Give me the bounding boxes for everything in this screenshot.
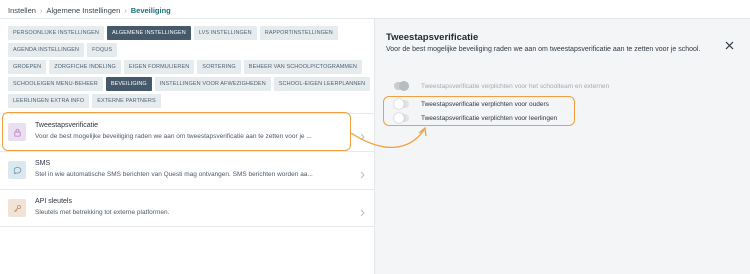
- chevron-right-icon: ›: [39, 6, 43, 15]
- chat-bubble-icon: [8, 161, 26, 179]
- chevron-right-icon: [360, 204, 365, 222]
- list-item-description: Sleutels met betrekking tot externe plat…: [35, 209, 170, 216]
- list-item-description: Stel in wie automatische SMS berichten v…: [35, 171, 313, 178]
- tab-instellingen-afwezigheden[interactable]: INSTELLINGEN VOOR AFWEZIGHEDEN: [154, 77, 271, 91]
- tab-sortering[interactable]: SORTERING: [197, 60, 241, 74]
- toggle-label: Tweestapsverificatie verplichten voor le…: [421, 114, 558, 122]
- toggle-label: Tweestapsverificatie verplichten voor he…: [421, 82, 610, 90]
- tab-lvs-instellingen[interactable]: LVS INSTELLINGEN: [193, 26, 257, 40]
- tab-row: PERSOONLIJKE INSTELLINGEN ALGEMENE INSTE…: [8, 26, 370, 40]
- chevron-right-icon: [360, 166, 365, 184]
- tab-row: AGENDA INSTELLINGEN FOQUS: [8, 43, 370, 57]
- toggle-row-ouders: Tweestapsverificatie verplichten voor ou…: [394, 98, 549, 110]
- tab-school-eigen-leerplannen[interactable]: SCHOOL-EIGEN LEERPLANNEN: [273, 77, 371, 91]
- list-item-title: API sleutels: [35, 198, 72, 205]
- list-item-title: Tweestapsverificatie: [35, 122, 99, 129]
- lock-icon: [8, 123, 26, 141]
- list-item-tweestapsverificatie[interactable]: Tweestapsverificatie Voor de best mogeli…: [0, 113, 375, 151]
- tab-beheer-schoolpictogrammen[interactable]: BEHEER VAN SCHOOLPICTOGRAMMEN: [243, 60, 362, 74]
- detail-description: Voor de best mogelijke beveiliging raden…: [386, 46, 701, 53]
- detail-title: Tweestapsverificatie: [386, 32, 479, 43]
- toggle-row-schoolteam: Tweestapsverificatie verplichten voor he…: [394, 80, 609, 92]
- toggle-ouders[interactable]: [394, 99, 409, 109]
- breadcrumb-current: Beveiliging: [130, 6, 171, 15]
- list-item-description: Voor de best mogelijke beveiliging raden…: [35, 133, 312, 140]
- tab-rapportinstellingen[interactable]: RAPPORTINSTELLINGEN: [259, 26, 338, 40]
- breadcrumb-item-algemene-instellingen[interactable]: Algemene Instellingen: [46, 6, 120, 15]
- close-icon[interactable]: [725, 37, 734, 55]
- chevron-right-icon: [360, 128, 365, 146]
- settings-tabs: PERSOONLIJKE INSTELLINGEN ALGEMENE INSTE…: [8, 26, 371, 111]
- tab-row: LEERLINGEN EXTRA INFO EXTERNE PARTNERS: [8, 94, 370, 108]
- tab-schooleigen-menu-beheer[interactable]: SCHOOLEIGEN MENU-BEHEER: [8, 77, 103, 91]
- tab-leerlingen-extra-info[interactable]: LEERLINGEN EXTRA INFO: [8, 94, 90, 108]
- tab-persoonlijke-instellingen[interactable]: PERSOONLIJKE INSTELLINGEN: [8, 26, 104, 40]
- settings-panel: PERSOONLIJKE INSTELLINGEN ALGEMENE INSTE…: [0, 19, 375, 274]
- list-item-api-sleutels[interactable]: API sleutels Sleutels met betrekking tot…: [0, 189, 375, 227]
- list-item-sms[interactable]: SMS Stel in wie automatische SMS bericht…: [0, 151, 375, 189]
- chevron-right-icon: ›: [124, 6, 127, 15]
- toggle-leerlingen[interactable]: [394, 113, 409, 123]
- toggle-schoolteam-externen: [394, 81, 409, 91]
- list-item-title: SMS: [35, 160, 51, 167]
- key-icon: [8, 199, 26, 217]
- tab-foqus[interactable]: FOQUS: [87, 43, 118, 57]
- tab-zorgfiche-indeling[interactable]: ZORGFICHE INDELING: [49, 60, 121, 74]
- tab-algemene-instellingen[interactable]: ALGEMENE INSTELLINGEN: [106, 26, 191, 40]
- tab-beveiliging[interactable]: BEVEILIGING: [105, 77, 152, 91]
- detail-panel: Tweestapsverificatie Voor de best mogeli…: [376, 19, 750, 274]
- breadcrumb: Instellen › Algemene Instellingen › Beveilig…: [0, 0, 750, 19]
- security-settings-list: Tweestapsverificatie Voor de best mogeli…: [0, 113, 375, 227]
- tab-row: SCHOOLEIGEN MENU-BEHEER BEVEILIGING INST…: [8, 77, 371, 91]
- toggle-row-leerlingen: Tweestapsverificatie verplichten voor le…: [394, 112, 557, 124]
- toggle-label: Tweestapsverificatie verplichten voor ou…: [421, 100, 549, 108]
- tab-externe-partners[interactable]: EXTERNE PARTNERS: [92, 94, 161, 108]
- breadcrumb-item-instellen[interactable]: Instellen: [8, 6, 36, 15]
- tab-row: GROEPEN ZORGFICHE INDELING EIGEN FORMULI…: [8, 60, 370, 74]
- tab-agenda-instellingen[interactable]: AGENDA INSTELLINGEN: [8, 43, 85, 57]
- tab-groepen[interactable]: GROEPEN: [8, 60, 47, 74]
- tab-eigen-formulieren[interactable]: EIGEN FORMULIEREN: [123, 60, 195, 74]
